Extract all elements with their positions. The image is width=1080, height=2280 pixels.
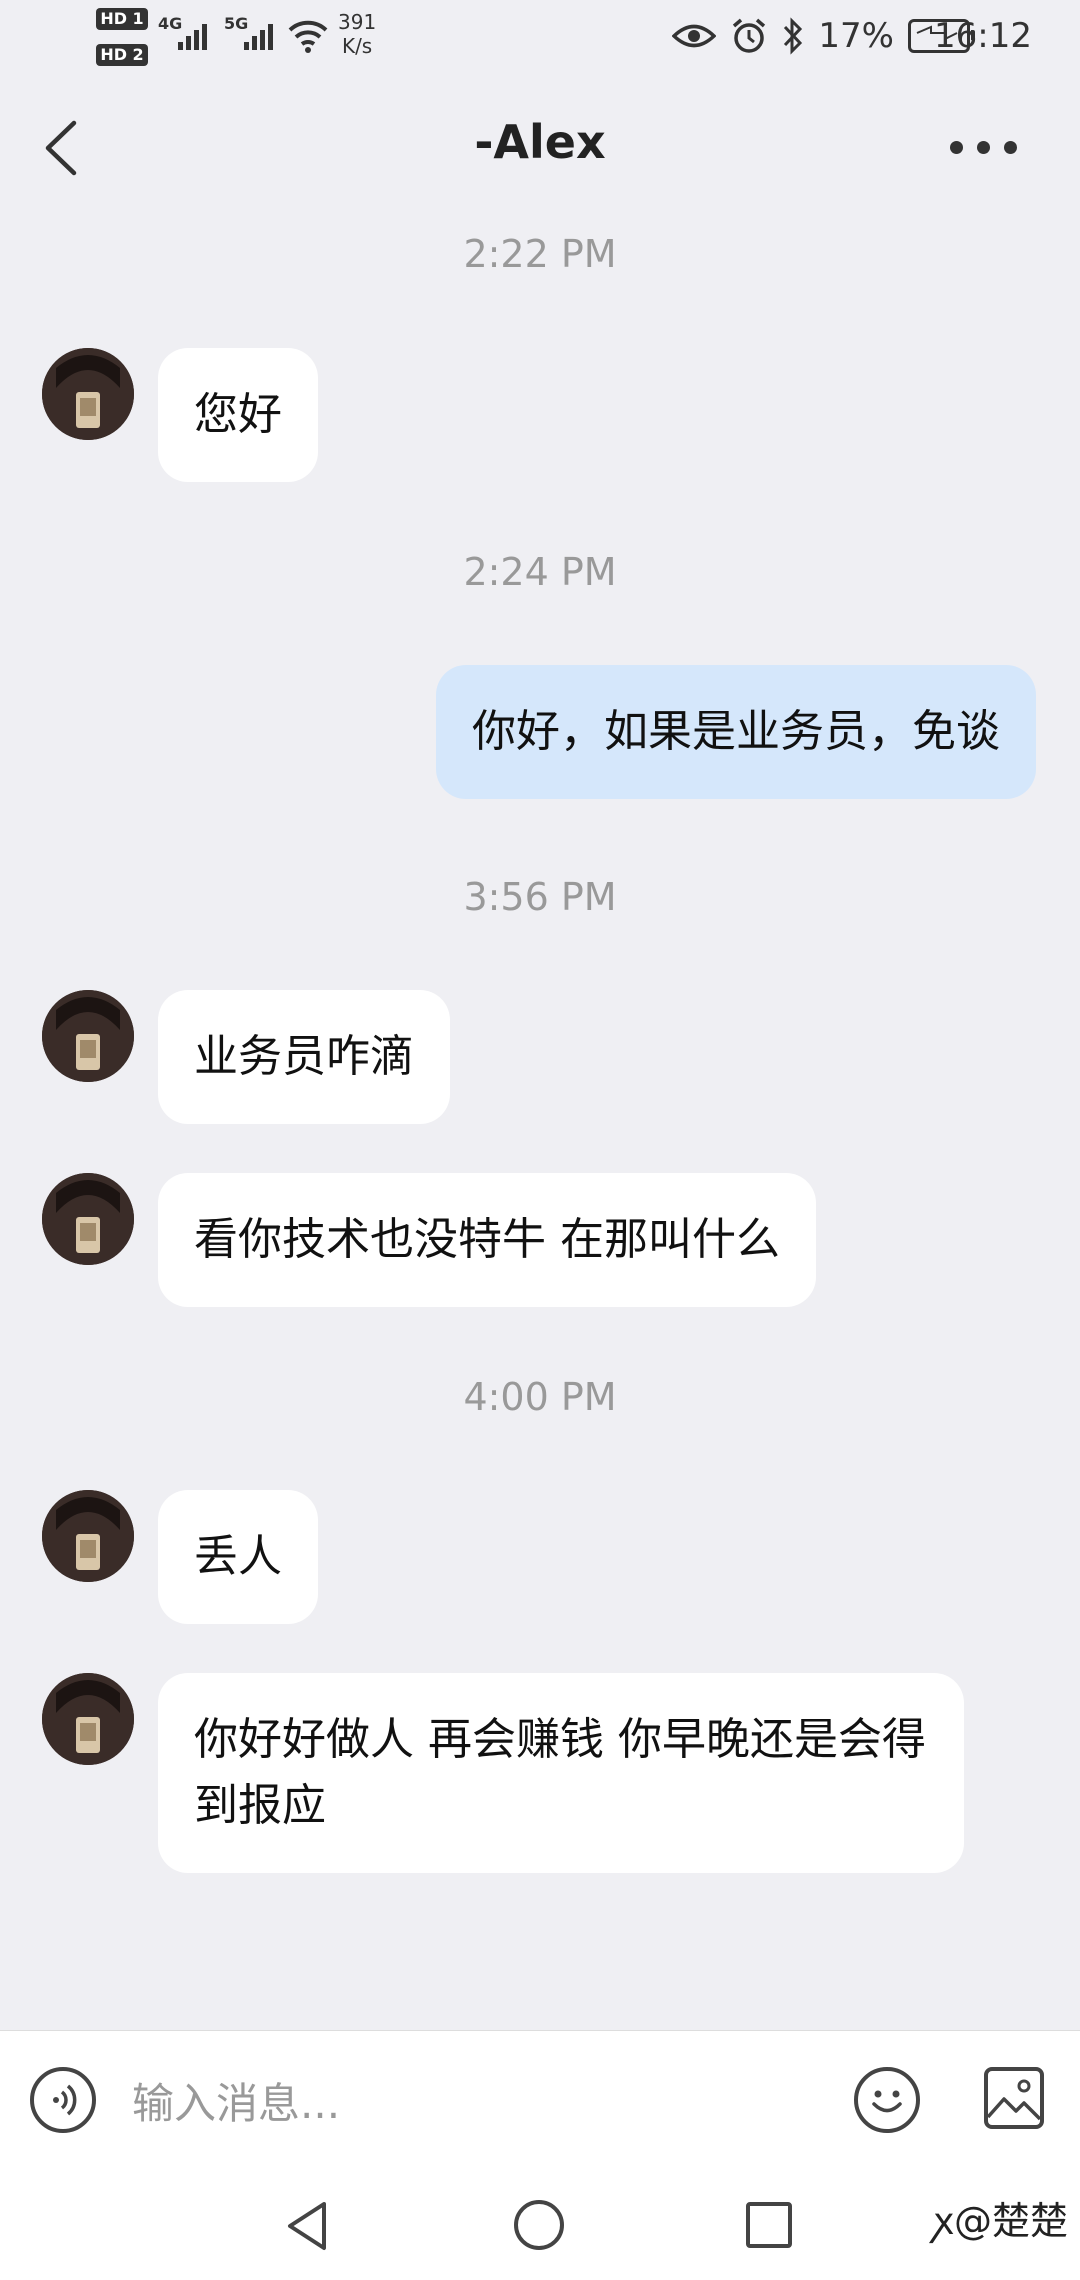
contact-avatar[interactable] — [42, 348, 134, 440]
sim1-signal-icon — [178, 20, 207, 50]
message-bubble-self[interactable]: 你好，如果是业务员，免谈 — [436, 665, 1036, 799]
contact-avatar[interactable] — [42, 1673, 134, 1765]
voice-input-icon[interactable] — [30, 2067, 96, 2133]
nav-home-icon[interactable] — [514, 2200, 564, 2250]
nav-recents-icon[interactable] — [746, 2202, 792, 2248]
sim1-hd-badge: HD 1 — [96, 8, 148, 30]
status-bar: HD 1 HD 2 4G 5G 391 K/s 17% 16:12 — [0, 0, 1080, 75]
status-right-group: 17% — [672, 14, 975, 58]
sim2-signal-icon — [244, 20, 273, 50]
message-bubble[interactable]: 你好好做人 再会赚钱 你早晚还是会得到报应 — [158, 1673, 964, 1873]
status-time: 16:12 — [934, 16, 1032, 56]
message-bubble[interactable]: 您好 — [158, 348, 318, 482]
contact-avatar[interactable] — [42, 990, 134, 1082]
eye-icon — [672, 24, 717, 48]
watermark-logo-icon: ꭗ — [933, 2199, 954, 2243]
more-options-icon[interactable] — [950, 123, 1030, 171]
chat-header: -Alex — [0, 75, 1080, 220]
image-picker-icon[interactable] — [984, 2067, 1044, 2129]
message-bubble[interactable]: 看你技术也没特牛 在那叫什么 — [158, 1173, 816, 1307]
watermark: ꭗ@楚楚 — [934, 2194, 1068, 2248]
network-speed-value: 391 — [338, 10, 377, 34]
timestamp: 2:24 PM — [463, 550, 617, 594]
message-input[interactable] — [130, 2069, 814, 2137]
timestamp: 2:22 PM — [463, 232, 617, 276]
battery-percentage: 17% — [818, 16, 894, 56]
contact-avatar[interactable] — [42, 1490, 134, 1582]
alarm-icon — [733, 18, 766, 53]
watermark-text: @楚楚 — [953, 2199, 1068, 2243]
message-list[interactable]: 2:22 PM 您好 2:24 PM 你好，如果是业务员，免谈 3:56 PM … — [0, 220, 1080, 2030]
contact-avatar[interactable] — [42, 1173, 134, 1265]
nav-back-icon[interactable] — [280, 2198, 336, 2254]
network-speed: 391 K/s — [338, 10, 376, 58]
timestamp: 4:00 PM — [463, 1375, 617, 1419]
chat-title: -Alex — [474, 115, 606, 169]
system-navigation-bar: ꭗ@楚楚 — [0, 2170, 1080, 2280]
sim2-hd-badge: HD 2 — [96, 44, 148, 66]
message-bubble[interactable]: 业务员咋滴 — [158, 990, 450, 1124]
message-bubble[interactable]: 丢人 — [158, 1490, 318, 1624]
timestamp: 3:56 PM — [463, 875, 617, 919]
emoji-icon[interactable] — [854, 2067, 920, 2133]
network-speed-unit: K/s — [341, 34, 373, 58]
wifi-icon — [288, 20, 328, 53]
bluetooth-icon — [784, 17, 803, 55]
message-input-bar — [0, 2030, 1080, 2171]
